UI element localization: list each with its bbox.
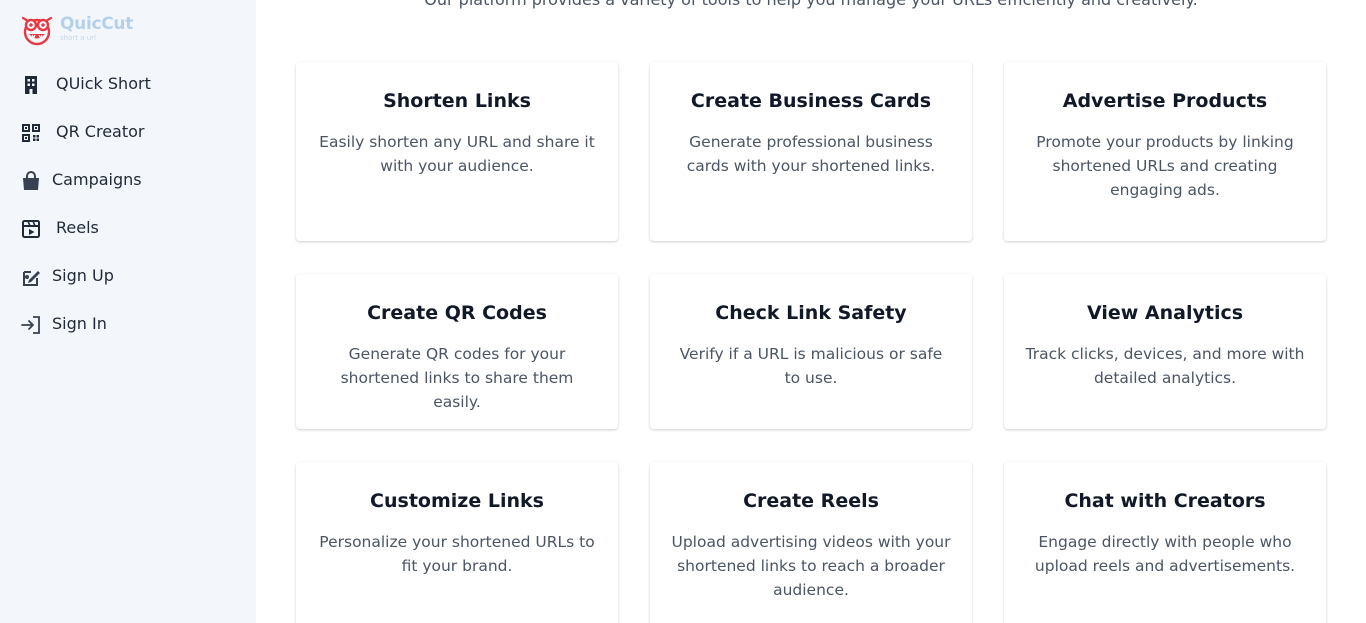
card-title: View Analytics (1086, 302, 1244, 324)
card-title: Customize Links (370, 490, 544, 512)
sidebar-item-label: Sign Up (52, 266, 114, 285)
sidebar-item-campaigns[interactable]: Campaigns (0, 156, 256, 204)
card-title: Shorten Links (383, 90, 531, 112)
brand-tagline: short a url (60, 34, 96, 42)
intro-text: Our platform provides a variety of tools… (256, 0, 1366, 12)
card-title: Create Reels (743, 490, 879, 512)
feature-card-chat-creators[interactable]: Chat with Creators Engage directly with … (1004, 462, 1326, 623)
shopping-bag-icon (20, 170, 42, 192)
brand-logo[interactable]: QuicCut short a url (20, 12, 133, 46)
brand-name: QuicCut (60, 14, 134, 34)
card-title: Create Business Cards (690, 90, 932, 112)
sidebar-item-label: Campaigns (52, 170, 142, 189)
edit-signup-icon (20, 266, 42, 288)
sidebar-nav: QUick Short QR Creator Campaigns Reels S… (0, 60, 256, 348)
sidebar: QuicCut short a url QUick Short QR Creat… (0, 0, 256, 623)
card-description: Verify if a URL is malicious or safe to … (679, 345, 943, 387)
card-title: Check Link Safety (715, 302, 907, 324)
qr-code-icon (20, 122, 42, 144)
card-title: Chat with Creators (1064, 490, 1266, 512)
feature-card-business-cards[interactable]: Create Business Cards Generate professio… (650, 62, 972, 241)
feature-card-shorten-links[interactable]: Shorten Links Easily shorten any URL and… (296, 62, 618, 241)
card-description: Promote your products by linking shorten… (1036, 133, 1294, 199)
card-description: Upload advertising videos with your shor… (671, 533, 951, 599)
sidebar-item-qr-creator[interactable]: QR Creator (0, 108, 256, 156)
card-description: Generate QR codes for your shortened lin… (340, 345, 574, 411)
feature-card-customize-links[interactable]: Customize Links Personalize your shorten… (296, 462, 618, 623)
card-description: Easily shorten any URL and share it with… (319, 133, 595, 175)
main-content: Our platform provides a variety of tools… (256, 0, 1366, 623)
logo-mascot-icon (21, 16, 53, 46)
card-description: Generate professional business cards wit… (686, 133, 936, 175)
feature-card-link-safety[interactable]: Check Link Safety Verify if a URL is mal… (650, 274, 972, 429)
sidebar-item-label: Sign In (52, 314, 107, 333)
feature-card-qr-codes[interactable]: Create QR Codes Generate QR codes for yo… (296, 274, 618, 429)
card-title: Create QR Codes (367, 302, 547, 324)
sign-in-icon (20, 314, 42, 336)
sidebar-item-label: QR Creator (56, 122, 145, 141)
sidebar-item-label: QUick Short (56, 74, 151, 93)
sidebar-item-sign-in[interactable]: Sign In (0, 300, 256, 348)
feature-card-create-reels[interactable]: Create Reels Upload advertising videos w… (650, 462, 972, 623)
sidebar-item-label: Reels (56, 218, 99, 237)
sidebar-item-quick-short[interactable]: QUick Short (0, 60, 256, 108)
sidebar-item-sign-up[interactable]: Sign Up (0, 252, 256, 300)
card-description: Track clicks, devices, and more with det… (1025, 345, 1305, 387)
card-description: Engage directly with people who upload r… (1034, 533, 1296, 575)
sidebar-item-reels[interactable]: Reels (0, 204, 256, 252)
card-title: Advertise Products (1062, 90, 1268, 112)
feature-card-analytics[interactable]: View Analytics Track clicks, devices, an… (1004, 274, 1326, 429)
building-icon (20, 74, 42, 96)
video-reel-icon (20, 218, 42, 240)
feature-card-advertise-products[interactable]: Advertise Products Promote your products… (1004, 62, 1326, 241)
card-description: Personalize your shortened URLs to fit y… (319, 533, 595, 575)
